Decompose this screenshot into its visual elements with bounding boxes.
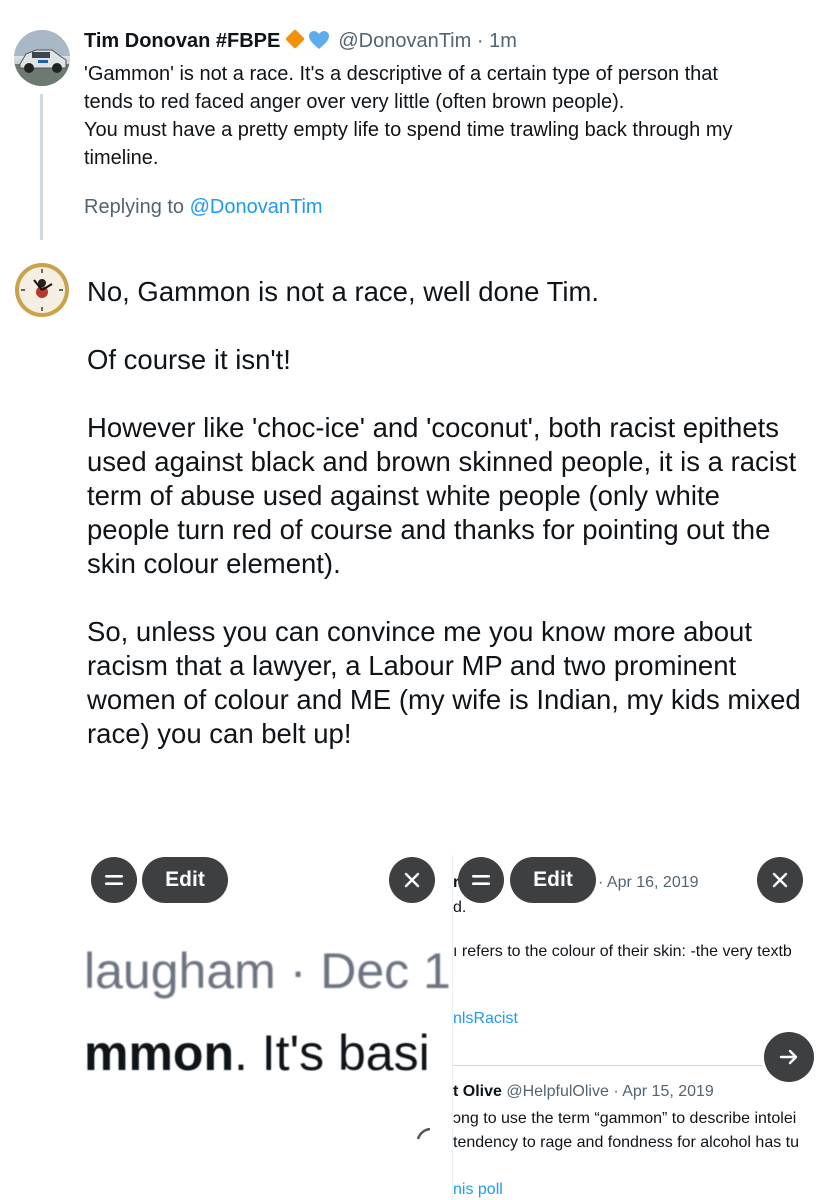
divider <box>453 1065 763 1066</box>
loading-spinner-icon <box>416 1128 431 1140</box>
screenshot-fragment-right: r · Apr 16, 2019 d. ı refers to the colo… <box>452 855 835 1200</box>
fragment-body-text: mmon. It's basi <box>84 1024 430 1082</box>
fragment-text-line: ı refers to the colour of their skin: -t… <box>453 943 792 960</box>
fragment-handle: @HelpfulOlive <box>506 1083 609 1100</box>
blue-heart-icon <box>308 30 330 56</box>
close-button[interactable] <box>389 857 435 903</box>
tweet-text-line: timeline. <box>84 147 159 169</box>
tweet-paragraph: However like 'choc-ice' and 'coconut', b… <box>87 412 797 579</box>
fragment-text-line: d. <box>453 899 467 916</box>
avatar[interactable] <box>14 30 70 86</box>
handle[interactable]: @DonovanTim <box>338 30 471 52</box>
equals-icon <box>105 875 123 885</box>
close-icon <box>404 872 420 888</box>
fragment-date: · Apr 15, 2019 <box>613 1083 714 1100</box>
close-icon <box>772 872 788 888</box>
edit-button[interactable]: Edit <box>142 857 228 903</box>
fragment-date: · Apr 16, 2019 <box>598 874 699 891</box>
diamond-badge-icon <box>285 29 306 49</box>
close-button[interactable] <box>757 857 803 903</box>
tweet-text-line: tends to red faced anger over very littl… <box>84 91 625 113</box>
tweet-text-line: You must have a pretty empty life to spe… <box>84 119 733 141</box>
clock-avatar-icon <box>15 263 69 317</box>
replying-to-label: Replying to <box>84 196 185 218</box>
arrow-right-icon <box>779 1049 798 1065</box>
edit-button[interactable]: Edit <box>510 857 596 903</box>
main-tweet-text: No, Gammon is not a race, well done Tim.… <box>87 275 807 785</box>
menu-button[interactable] <box>458 857 504 903</box>
display-name[interactable]: Tim Donovan #FBPE <box>84 30 280 52</box>
avatar[interactable] <box>14 262 70 318</box>
fragment-text-line: ɔng to use the term “gammon” to describe… <box>453 1110 797 1127</box>
tweet-text-line: 'Gammon' is not a race. It's a descripti… <box>84 63 718 85</box>
next-arrow-button[interactable] <box>764 1032 814 1082</box>
tweet-paragraph: So, unless you can convince me you know … <box>87 616 801 749</box>
thread-line <box>40 94 43 240</box>
car-avatar-icon <box>14 30 70 86</box>
fragment-poll-link[interactable]: nis poll <box>453 1181 503 1199</box>
fragment-body-rest: . It's basi <box>234 1025 430 1081</box>
fragment-author: t Olive <box>453 1083 502 1100</box>
separator: · <box>476 30 484 52</box>
replying-to: Replying to @DonovanTim <box>84 196 323 219</box>
tweet-text: 'Gammon' is not a race. It's a descripti… <box>84 60 814 172</box>
fragment-author-line: t Olive @HelpfulOlive · Apr 15, 2019 <box>453 1083 714 1101</box>
tweet-paragraph: Of course it isn't! <box>87 344 291 375</box>
menu-button[interactable] <box>91 857 137 903</box>
fragment-hashtag-link[interactable]: nlsRacist <box>453 1010 518 1028</box>
fragment-handle-text: laugham · Dec 1 <box>84 943 451 999</box>
tweet-paragraph: No, Gammon is not a race, well done Tim. <box>87 276 600 307</box>
fragment-body-bold: mmon <box>84 1025 234 1081</box>
screenshot-fragment-left: laugham · Dec 1 mmon. It's basi <box>0 900 452 1140</box>
replying-to-handle[interactable]: @DonovanTim <box>190 196 323 218</box>
fragment-text-line: tendency to rage and fondness for alcoho… <box>453 1134 800 1151</box>
tweet-header: Tim Donovan #FBPE @DonovanTim · 1m <box>84 29 517 56</box>
equals-icon <box>472 875 490 885</box>
timestamp[interactable]: 1m <box>489 30 517 52</box>
